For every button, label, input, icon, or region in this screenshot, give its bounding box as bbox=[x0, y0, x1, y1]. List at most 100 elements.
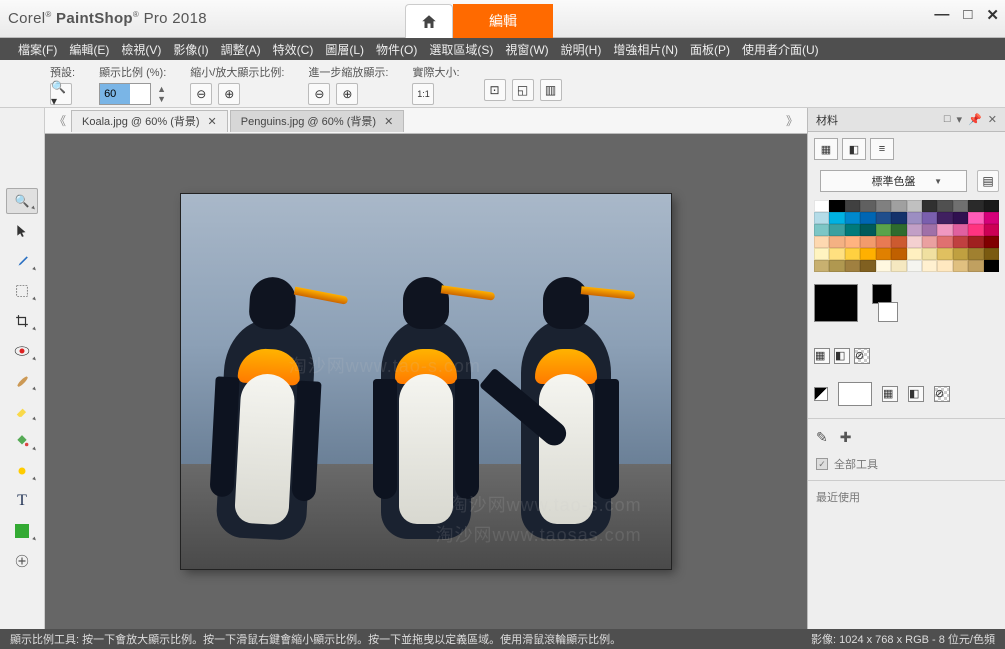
swatch-opt-1[interactable]: ▦ bbox=[814, 348, 830, 364]
swatch-opt-4[interactable]: ▦ bbox=[882, 386, 898, 402]
tab-prev[interactable]: 《 bbox=[51, 112, 69, 130]
pointer-tool[interactable] bbox=[6, 218, 38, 244]
palette-color[interactable] bbox=[860, 236, 875, 248]
palette-color[interactable] bbox=[937, 212, 952, 224]
palette-color[interactable] bbox=[953, 260, 968, 272]
palette-color[interactable] bbox=[937, 224, 952, 236]
palette-color[interactable] bbox=[891, 200, 906, 212]
add-tool[interactable] bbox=[6, 548, 38, 574]
palette-mode-rainbow[interactable]: ◧ bbox=[842, 138, 866, 160]
palette-color[interactable] bbox=[845, 224, 860, 236]
zoom-out-button[interactable]: ⊖ bbox=[190, 83, 212, 105]
palette-color[interactable] bbox=[829, 260, 844, 272]
menu-item[interactable]: 影像(I) bbox=[169, 39, 212, 60]
zoom-input[interactable] bbox=[99, 83, 151, 105]
palette-color[interactable] bbox=[937, 236, 952, 248]
secondary-swatch[interactable] bbox=[838, 382, 872, 406]
background-swatch[interactable] bbox=[878, 302, 898, 322]
palette-color[interactable] bbox=[937, 200, 952, 212]
foreground-swatch[interactable] bbox=[814, 284, 858, 322]
palette-color[interactable] bbox=[968, 260, 983, 272]
palette-color[interactable] bbox=[829, 212, 844, 224]
palette-color[interactable] bbox=[968, 236, 983, 248]
palette-color[interactable] bbox=[907, 260, 922, 272]
palette-color[interactable] bbox=[968, 248, 983, 260]
eyedropper-icon[interactable]: ✎ bbox=[816, 429, 828, 446]
palette-color[interactable] bbox=[907, 212, 922, 224]
palette-color[interactable] bbox=[953, 236, 968, 248]
tab-close-icon[interactable]: ✕ bbox=[384, 115, 393, 128]
palette-color[interactable] bbox=[876, 212, 891, 224]
palette-color[interactable] bbox=[984, 260, 999, 272]
menu-item[interactable]: 物件(O) bbox=[372, 39, 421, 60]
palette-color[interactable] bbox=[814, 224, 829, 236]
palette-color[interactable] bbox=[845, 212, 860, 224]
palette-color[interactable] bbox=[829, 236, 844, 248]
all-tools-checkbox[interactable]: ✓ bbox=[816, 458, 828, 470]
palette-color[interactable] bbox=[891, 212, 906, 224]
zoom-in-button[interactable]: ⊕ bbox=[218, 83, 240, 105]
palette-color[interactable] bbox=[876, 200, 891, 212]
fit-window-button[interactable]: ⊡ bbox=[484, 79, 506, 101]
palette-color[interactable] bbox=[829, 224, 844, 236]
palette-color[interactable] bbox=[953, 212, 968, 224]
actual-size-button[interactable]: 1:1 bbox=[412, 83, 434, 105]
menu-item[interactable]: 選取區域(S) bbox=[425, 39, 497, 60]
close-button[interactable]: ✕ bbox=[986, 6, 999, 24]
palette-color[interactable] bbox=[845, 248, 860, 260]
edit-tab[interactable]: 編輯 bbox=[453, 4, 553, 38]
selection-tool[interactable] bbox=[6, 278, 38, 304]
palette-color[interactable] bbox=[953, 200, 968, 212]
palette-color[interactable] bbox=[814, 248, 829, 260]
palette-color[interactable] bbox=[984, 248, 999, 260]
tab-next[interactable]: 》 bbox=[783, 112, 801, 130]
palette-options-button[interactable]: ▤ bbox=[977, 170, 999, 192]
palette-color[interactable] bbox=[922, 248, 937, 260]
preset-dropdown[interactable]: 🔍▾ bbox=[50, 83, 72, 105]
palette-color[interactable] bbox=[968, 212, 983, 224]
palette-color[interactable] bbox=[937, 248, 952, 260]
panel-title-bar[interactable]: 材料 □ ▾ 📌 ✕ bbox=[808, 108, 1005, 132]
zoom-tool[interactable]: 🔍 bbox=[6, 188, 38, 214]
menu-item[interactable]: 編輯(E) bbox=[65, 39, 113, 60]
menu-item[interactable]: 說明(H) bbox=[557, 39, 606, 60]
palette-color[interactable] bbox=[907, 248, 922, 260]
lighten-tool[interactable] bbox=[6, 458, 38, 484]
palette-color[interactable] bbox=[860, 212, 875, 224]
palette-color[interactable] bbox=[984, 200, 999, 212]
tab-close-icon[interactable]: ✕ bbox=[208, 115, 217, 128]
crop-tool[interactable] bbox=[6, 308, 38, 334]
canvas[interactable]: 淘沙网www.tao-s.com 淘沙网www.tao-s.com 淘沙网www… bbox=[181, 194, 671, 569]
swatch-opt-5[interactable]: ◧ bbox=[908, 386, 924, 402]
panel-undock-icon[interactable]: □ bbox=[944, 113, 951, 126]
eyedropper-tool[interactable] bbox=[6, 248, 38, 274]
palette-color[interactable] bbox=[937, 260, 952, 272]
palette-color[interactable] bbox=[845, 236, 860, 248]
palette-color[interactable] bbox=[953, 224, 968, 236]
canvas-viewport[interactable]: 淘沙网www.tao-s.com 淘沙网www.tao-s.com 淘沙网www… bbox=[45, 134, 807, 629]
palette-color[interactable] bbox=[953, 248, 968, 260]
menu-item[interactable]: 圖層(L) bbox=[321, 39, 368, 60]
palette-color[interactable] bbox=[876, 260, 891, 272]
palette-color[interactable] bbox=[845, 260, 860, 272]
zoom-step-in-button[interactable]: ⊕ bbox=[336, 83, 358, 105]
palette-color[interactable] bbox=[907, 200, 922, 212]
panel-pin-icon[interactable]: 📌 bbox=[968, 113, 982, 126]
fit-all-button[interactable]: ▥ bbox=[540, 79, 562, 101]
add-swatch-icon[interactable]: ✚ bbox=[840, 429, 852, 446]
menu-item[interactable]: 增強相片(N) bbox=[609, 39, 682, 60]
foreground-stroke-swatch[interactable] bbox=[872, 284, 892, 304]
palette-color[interactable] bbox=[907, 236, 922, 248]
palette-color[interactable] bbox=[922, 260, 937, 272]
palette-color[interactable] bbox=[891, 248, 906, 260]
palette-color[interactable] bbox=[876, 236, 891, 248]
palette-color[interactable] bbox=[922, 224, 937, 236]
color-palette[interactable] bbox=[814, 200, 999, 272]
palette-color[interactable] bbox=[814, 200, 829, 212]
palette-mode-grid[interactable]: ▦ bbox=[814, 138, 838, 160]
zoom-step-out-button[interactable]: ⊖ bbox=[308, 83, 330, 105]
home-tab[interactable] bbox=[405, 4, 453, 38]
palette-color[interactable] bbox=[968, 224, 983, 236]
palette-color[interactable] bbox=[968, 200, 983, 212]
palette-color[interactable] bbox=[860, 248, 875, 260]
